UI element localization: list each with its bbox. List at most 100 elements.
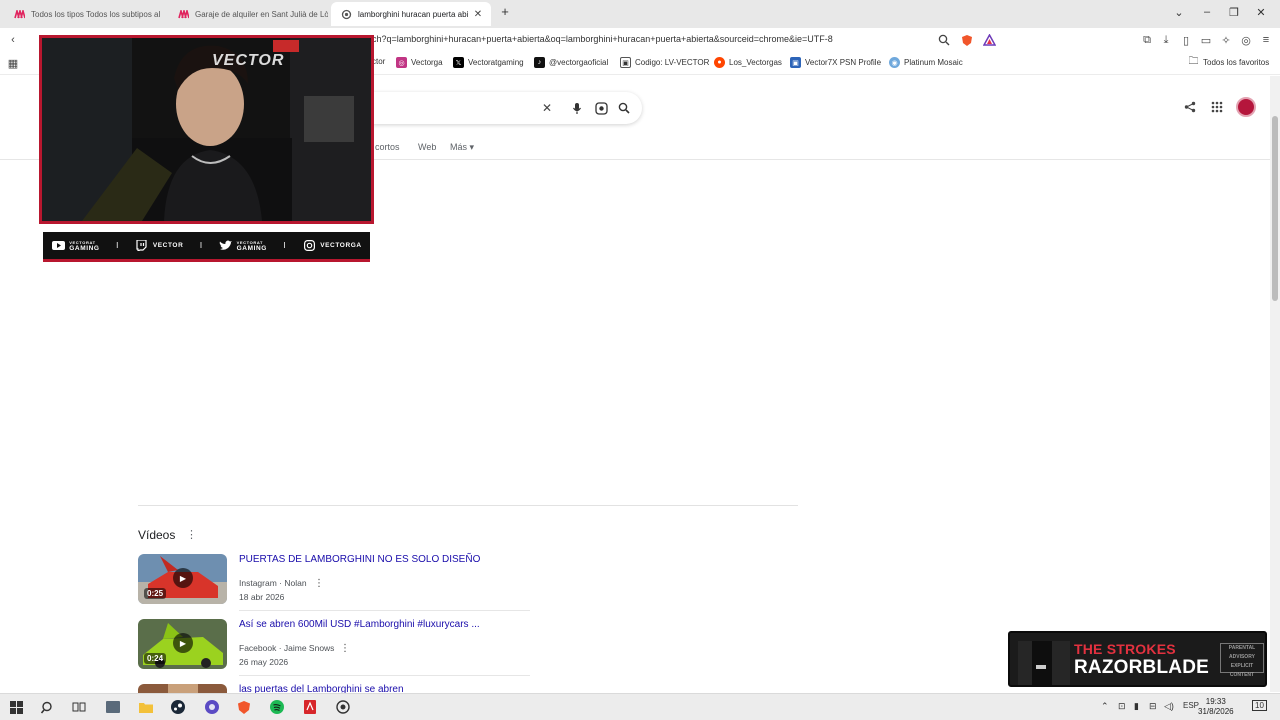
video-result[interactable]: ▶ 0:25 PUERTAS DE LAMBORGHINI NO ES SOLO… bbox=[138, 554, 530, 612]
page-scrollbar[interactable] bbox=[1270, 76, 1280, 692]
network-adapter-icon[interactable]: ⊡ bbox=[1118, 701, 1126, 712]
search-icon[interactable] bbox=[617, 101, 631, 115]
brave-shield-icon[interactable] bbox=[960, 33, 974, 47]
now-playing-widget: THE STROKES RAZORBLADE PARENTAL ADVISORY… bbox=[1008, 631, 1267, 687]
minimize-icon[interactable]: – bbox=[1200, 6, 1214, 18]
video-result[interactable]: las puertas del Lamborghini se abren bbox=[138, 684, 530, 693]
network-icon[interactable]: ⊟ bbox=[1149, 701, 1157, 712]
more-options-icon[interactable]: ⋮ bbox=[340, 643, 350, 654]
tab-web[interactable]: Web bbox=[418, 142, 436, 152]
bookmark-label: Los_Vectorgas bbox=[729, 58, 782, 67]
vpn-icon[interactable]: ◎ bbox=[1239, 33, 1253, 47]
scrollbar-thumb[interactable] bbox=[1272, 116, 1278, 301]
bookmark-codigo[interactable]: ▣ Codigo: LV-VECTOR bbox=[620, 57, 709, 68]
tab-garaje[interactable]: Garaje de alquiler en Sant Julià de Lò bbox=[168, 2, 328, 26]
tab-lamborghini[interactable]: lamborghini huracan puerta abi ✕ bbox=[331, 2, 491, 26]
social-label: VECTOR bbox=[152, 242, 184, 249]
video-title[interactable]: las puertas del Lamborghini se abren bbox=[239, 684, 404, 693]
bookmark-vectoratgaming[interactable]: 𝕏 Vectoratgaming bbox=[453, 57, 524, 68]
tab-title: Todos los tipos Todos los subtipos al bbox=[31, 9, 161, 19]
social-twitch: VECTOR bbox=[135, 240, 184, 251]
parental-advisory-label: PARENTAL ADVISORY EXPLICIT CONTENT bbox=[1220, 643, 1264, 678]
video-title[interactable]: PUERTAS DE LAMBORGHINI NO ES SOLO DISEÑO bbox=[239, 554, 480, 565]
obs-icon[interactable] bbox=[203, 698, 221, 716]
volume-icon[interactable]: ◁) bbox=[1164, 701, 1174, 712]
system-clock[interactable]: 19:33 31/8/2026 bbox=[1198, 697, 1234, 717]
menu-icon[interactable]: ≡ bbox=[1259, 33, 1273, 47]
youtube-icon bbox=[51, 240, 65, 251]
file-explorer-icon[interactable] bbox=[137, 698, 155, 716]
brave-icon[interactable] bbox=[235, 698, 253, 716]
video-thumbnail[interactable]: ▶ 0:24 bbox=[138, 619, 227, 669]
leo-ai-icon[interactable]: ✧ bbox=[1219, 33, 1233, 47]
tab-search-icon[interactable]: ⌄ bbox=[1172, 6, 1186, 19]
show-hidden-icons[interactable]: ⌃ bbox=[1101, 701, 1109, 712]
notification-center-icon[interactable]: 10 bbox=[1252, 700, 1267, 711]
bookmark-platinum-mosaic[interactable]: ◉ Platinum Mosaic bbox=[889, 57, 963, 68]
microphone-icon[interactable] bbox=[570, 101, 584, 115]
video-date: 26 may 2026 bbox=[239, 657, 289, 667]
microphone-icon[interactable]: ▮ bbox=[1134, 701, 1139, 712]
brave-rewards-icon[interactable] bbox=[982, 33, 996, 47]
share-icon[interactable] bbox=[1183, 100, 1197, 114]
video-result[interactable]: ▶ 0:24 Así se abren 600Mil USD #Lamborgh… bbox=[138, 619, 530, 677]
album-art bbox=[1018, 641, 1070, 685]
spotify-icon[interactable] bbox=[268, 698, 286, 716]
video-thumbnail[interactable]: ▶ 0:25 bbox=[138, 554, 227, 604]
bookmark-psn[interactable]: ▣ Vector7X PSN Profile bbox=[790, 57, 881, 68]
browser-icon[interactable] bbox=[334, 698, 352, 716]
tab-more[interactable]: Más ▾ bbox=[450, 142, 474, 153]
social-twitter: VECTORAT GAMING bbox=[219, 240, 267, 252]
more-options-icon[interactable]: ⋮ bbox=[314, 578, 324, 589]
bookmark-vectorgaoficial[interactable]: ♪ @vectorgaoficial bbox=[534, 57, 608, 68]
notification-count: 10 bbox=[1255, 701, 1264, 710]
twitch-icon bbox=[135, 240, 149, 251]
artist-name: THE STROKES bbox=[1074, 641, 1176, 657]
language-indicator[interactable]: ESP bbox=[1183, 701, 1199, 710]
bookmark-ctor[interactable]: ctor bbox=[372, 57, 385, 66]
search-icon[interactable] bbox=[38, 698, 56, 716]
clear-search-icon[interactable]: ✕ bbox=[540, 101, 554, 115]
google-apps-icon[interactable] bbox=[1210, 100, 1224, 114]
sidebar-icon[interactable]: ▯ bbox=[1179, 33, 1193, 47]
x-icon: 𝕏 bbox=[453, 57, 464, 68]
video-duration: 0:24 bbox=[144, 653, 167, 664]
extensions-icon[interactable]: ⧉ bbox=[1140, 33, 1154, 47]
videos-heading: Vídeos bbox=[138, 528, 176, 542]
search-box[interactable]: ✕ bbox=[372, 92, 642, 124]
bookmark-vectorga[interactable]: ◎ Vectorga bbox=[396, 57, 443, 68]
bookmark-los-vectorgas[interactable]: ● Los_Vectorgas bbox=[714, 57, 782, 68]
pdf-reader-icon[interactable] bbox=[301, 698, 319, 716]
video-title[interactable]: Así se abren 600Mil USD #Lamborghini #lu… bbox=[239, 619, 480, 630]
social-label: VECTORGA bbox=[320, 242, 362, 249]
steam-icon[interactable] bbox=[169, 698, 187, 716]
close-tab-icon[interactable]: ✕ bbox=[471, 9, 485, 20]
section-divider bbox=[138, 505, 798, 506]
avatar[interactable] bbox=[1236, 97, 1256, 117]
zoom-icon[interactable] bbox=[937, 33, 951, 47]
address-bar[interactable]: ch?q=lamborghini+huracan+puerta+abierta&… bbox=[372, 34, 833, 44]
maximize-icon[interactable]: ❐ bbox=[1227, 6, 1241, 19]
video-date: 18 abr 2026 bbox=[239, 592, 285, 602]
all-bookmarks-label: Todos los favoritos bbox=[1203, 58, 1270, 67]
wallet-icon[interactable]: ▭ bbox=[1199, 33, 1213, 47]
app-icon[interactable] bbox=[104, 698, 122, 716]
video-duration: 0:25 bbox=[144, 588, 167, 599]
tab-strip: Todos los tipos Todos los subtipos al Ga… bbox=[0, 0, 1280, 28]
new-tab-button[interactable]: + bbox=[498, 4, 512, 19]
camera-lens-icon[interactable] bbox=[594, 101, 608, 115]
all-bookmarks-button[interactable]: 🗀 Todos los favoritos bbox=[1188, 56, 1270, 68]
video-source: Instagram · Nolan bbox=[239, 578, 307, 588]
tab-todos-tipos[interactable]: Todos los tipos Todos los subtipos al bbox=[4, 2, 164, 26]
more-options-icon[interactable]: ⋮ bbox=[186, 528, 197, 541]
separator: I bbox=[283, 241, 286, 250]
video-thumbnail[interactable] bbox=[138, 684, 227, 693]
back-icon[interactable]: ‹ bbox=[6, 33, 20, 47]
windows-start-icon[interactable] bbox=[7, 698, 25, 716]
task-view-icon[interactable] bbox=[70, 698, 88, 716]
song-title: RAZORBLADE bbox=[1074, 657, 1209, 678]
apps-icon[interactable]: ▦ bbox=[6, 56, 20, 70]
clock-time: 19:33 bbox=[1205, 697, 1226, 706]
download-icon[interactable]: ⤓ bbox=[1159, 33, 1173, 47]
close-window-icon[interactable]: ✕ bbox=[1254, 6, 1268, 19]
